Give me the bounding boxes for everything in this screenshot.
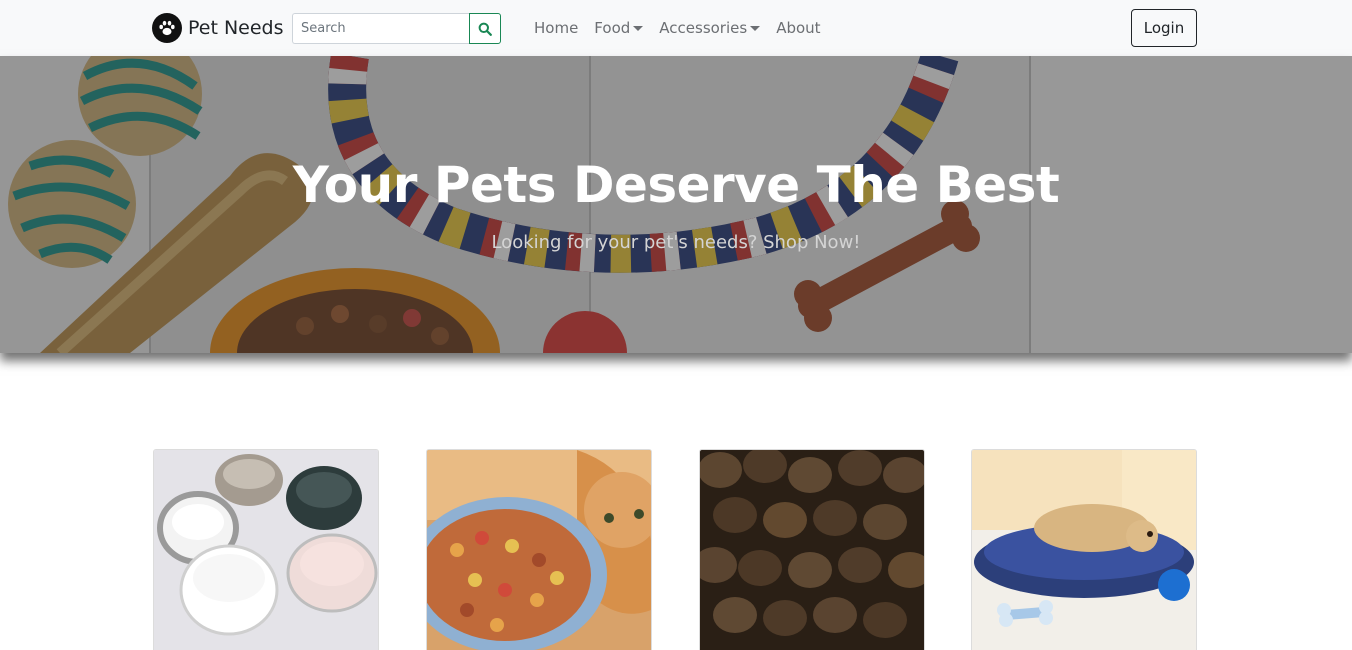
nav-item-about[interactable]: About (768, 19, 828, 37)
category-card-bowls[interactable] (153, 449, 379, 650)
paw-icon (152, 13, 182, 43)
nav-item-label: Food (594, 19, 631, 37)
caret-down-icon (750, 25, 761, 31)
category-card-cat-food[interactable] (426, 449, 652, 650)
nav-item-label: About (776, 19, 821, 37)
search-input[interactable] (292, 13, 469, 44)
nav-item-home[interactable]: Home (526, 19, 586, 37)
login-button[interactable]: Login (1131, 9, 1197, 47)
hero-subtitle: Looking for your pet's needs? Shop Now! (491, 232, 861, 253)
brand-name: Pet Needs (188, 17, 284, 39)
nav-item-label: Home (534, 19, 579, 37)
dry-kibble-image (700, 450, 924, 650)
navbar: Pet Needs Home Food Accessories About Lo… (0, 0, 1352, 56)
category-card-dry-food[interactable] (699, 449, 925, 650)
hero-title: Your Pets Deserve The Best (292, 156, 1060, 214)
pet-bowls-image (154, 450, 378, 650)
search-form (292, 13, 501, 44)
cat-food-bowl-image (427, 450, 651, 650)
nav-item-label: Accessories (659, 19, 748, 37)
nav-item-food[interactable]: Food (586, 19, 651, 37)
hero-banner: Your Pets Deserve The Best Looking for y… (0, 56, 1352, 353)
nav-item-accessories[interactable]: Accessories (651, 19, 768, 37)
category-card-beds[interactable] (971, 449, 1197, 650)
caret-down-icon (633, 25, 644, 31)
nav-links: Home Food Accessories About (526, 0, 829, 56)
brand-link[interactable]: Pet Needs (152, 12, 284, 44)
dog-bed-image (972, 450, 1196, 650)
search-button[interactable] (469, 13, 501, 44)
search-icon (478, 22, 492, 36)
